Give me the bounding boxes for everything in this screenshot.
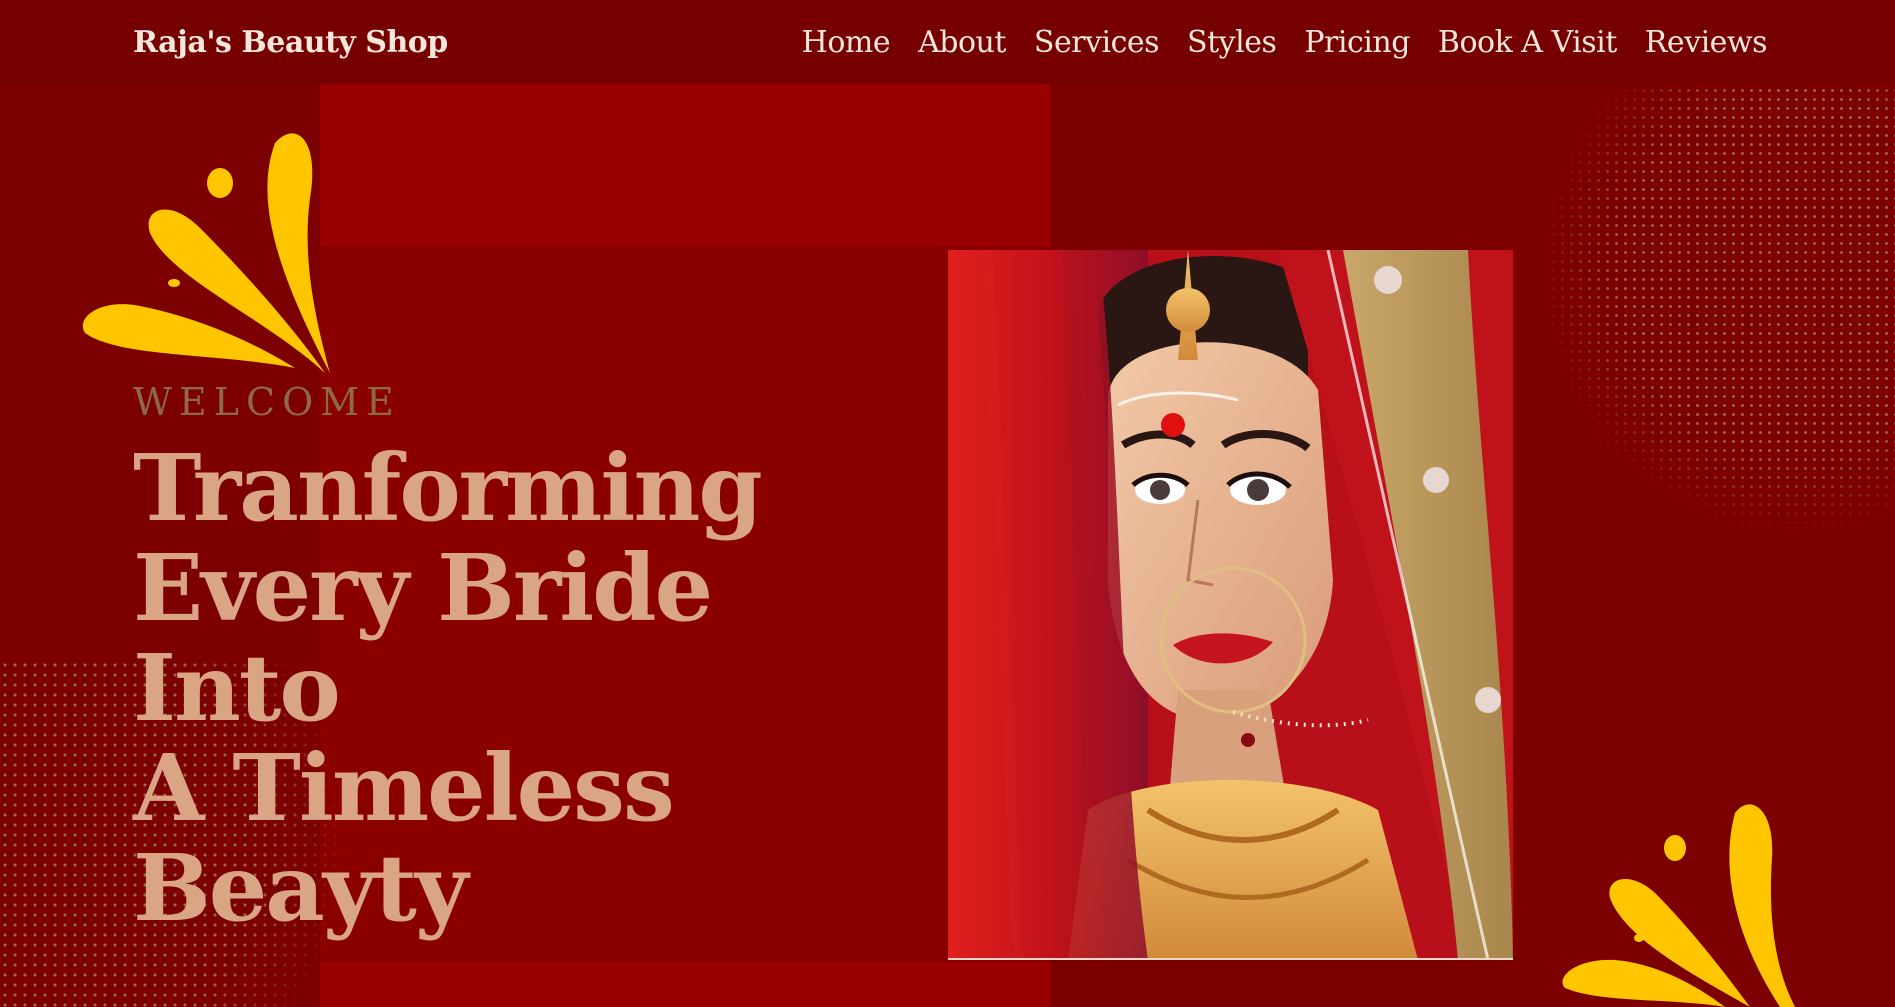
nav-about[interactable]: About (918, 25, 1006, 60)
brand-logo[interactable]: Raja's Beauty Shop (133, 25, 448, 60)
nav-reviews[interactable]: Reviews (1645, 25, 1768, 60)
site-header: Raja's Beauty Shop Home About Services S… (0, 0, 1895, 84)
dot-pattern-right (1540, 86, 1895, 556)
accent-block-top (320, 84, 1050, 246)
headline-line: A Timeless (133, 734, 675, 842)
accent-block-bottom (320, 962, 1050, 1007)
headline-line: Every Bride Into (133, 534, 713, 742)
nav-styles[interactable]: Styles (1187, 25, 1277, 60)
nav-services[interactable]: Services (1034, 25, 1160, 60)
nav-book-a-visit[interactable]: Book A Visit (1438, 25, 1617, 60)
page: Raja's Beauty Shop Home About Services S… (0, 0, 1895, 1007)
welcome-eyebrow: WELCOME (133, 380, 401, 424)
headline-line: Tranforming (133, 434, 763, 542)
petal-decoration-icon (82, 133, 330, 373)
petal-decoration-icon (1562, 804, 1795, 1007)
bride-portrait-image (948, 250, 1513, 960)
nav-pricing[interactable]: Pricing (1304, 25, 1410, 60)
nav-home[interactable]: Home (802, 25, 891, 60)
headline-line: Beayty (133, 834, 468, 942)
hero-headline: Tranforming Every Bride Into A Timeless … (133, 438, 893, 938)
main-nav: Home About Services Styles Pricing Book … (802, 25, 1768, 60)
